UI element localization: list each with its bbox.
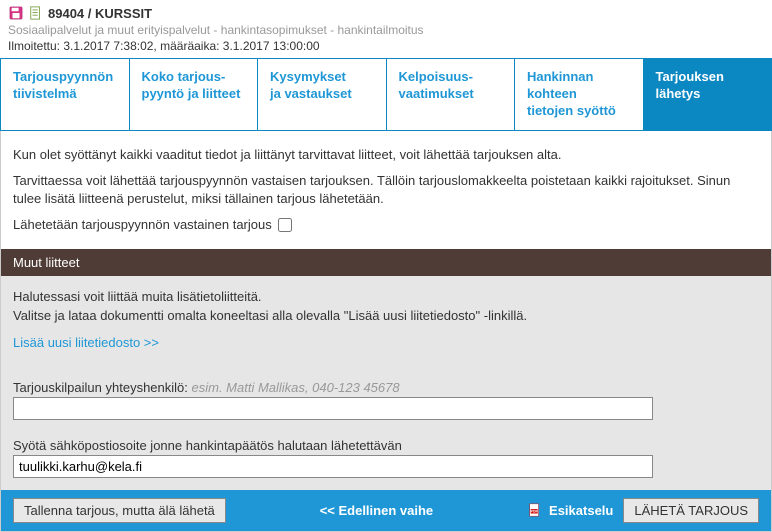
save-icon — [8, 5, 24, 21]
contact-hint: esim. Matti Mallikas, 040-123 45678 — [192, 380, 400, 395]
footer-bar: Tallenna tarjous, mutta älä lähetä << Ed… — [1, 490, 771, 531]
content-area: Kun olet syöttänyt kaikki vaaditut tiedo… — [0, 131, 772, 532]
intro-paragraph-1: Kun olet syöttänyt kaikki vaaditut tiedo… — [13, 146, 759, 164]
svg-text:PDF: PDF — [531, 510, 539, 514]
page-header: 89404 / KURSSIT Sosiaalipalvelut ja muut… — [0, 0, 772, 58]
doc-icon — [28, 5, 44, 21]
save-draft-button[interactable]: Tallenna tarjous, mutta älä lähetä — [13, 498, 226, 523]
attachments-p1: Halutessasi voit liittää muita lisätieto… — [13, 288, 759, 306]
tab-eligibility[interactable]: Kelpoisuus- vaatimukset — [387, 59, 516, 130]
header-dates: Ilmoitettu: 3.1.2017 7:38:02, määräaika:… — [8, 39, 764, 53]
attachments-p2: Valitse ja lataa dokumentti omalta konee… — [13, 307, 759, 325]
header-subtitle: Sosiaalipalvelut ja muut erityispalvelut… — [8, 23, 764, 37]
contact-input[interactable] — [13, 397, 653, 420]
contrary-offer-checkbox[interactable] — [278, 218, 292, 232]
add-attachment-link[interactable]: Lisää uusi liitetiedosto >> — [13, 335, 159, 350]
tab-bar: Tarjouspyynnön tiivistelmä Koko tarjous-… — [0, 58, 772, 131]
preview-link[interactable]: PDF Esikatselu — [527, 502, 613, 518]
send-offer-button[interactable]: LÄHETÄ TARJOUS — [623, 498, 759, 523]
prev-step-button[interactable]: << Edellinen vaihe — [310, 499, 443, 522]
tab-questions[interactable]: Kysymykset ja vastaukset — [258, 59, 387, 130]
attachments-body: Halutessasi voit liittää muita lisätieto… — [1, 276, 771, 489]
checkbox-label: Lähetetään tarjouspyynnön vastainen tarj… — [13, 216, 272, 234]
procurement-id: 89404 / KURSSIT — [48, 6, 152, 21]
tab-submit[interactable]: Tarjouksen lähetys — [644, 59, 772, 130]
tab-data-entry[interactable]: Hankinnan kohteen tietojen syöttö — [515, 59, 644, 130]
contact-label: Tarjouskilpailun yhteyshenkilö: esim. Ma… — [13, 380, 759, 395]
tab-summary[interactable]: Tarjouspyynnön tiivistelmä — [1, 59, 130, 130]
attachments-header: Muut liitteet — [1, 249, 771, 276]
email-label: Syötä sähköpostiosoite jonne hankintapää… — [13, 438, 759, 453]
tab-full-request[interactable]: Koko tarjous- pyyntö ja liitteet — [130, 59, 259, 130]
intro-paragraph-2: Tarvittaessa voit lähettää tarjouspyynnö… — [13, 172, 759, 208]
pdf-icon: PDF — [527, 502, 543, 518]
email-input[interactable] — [13, 455, 653, 478]
